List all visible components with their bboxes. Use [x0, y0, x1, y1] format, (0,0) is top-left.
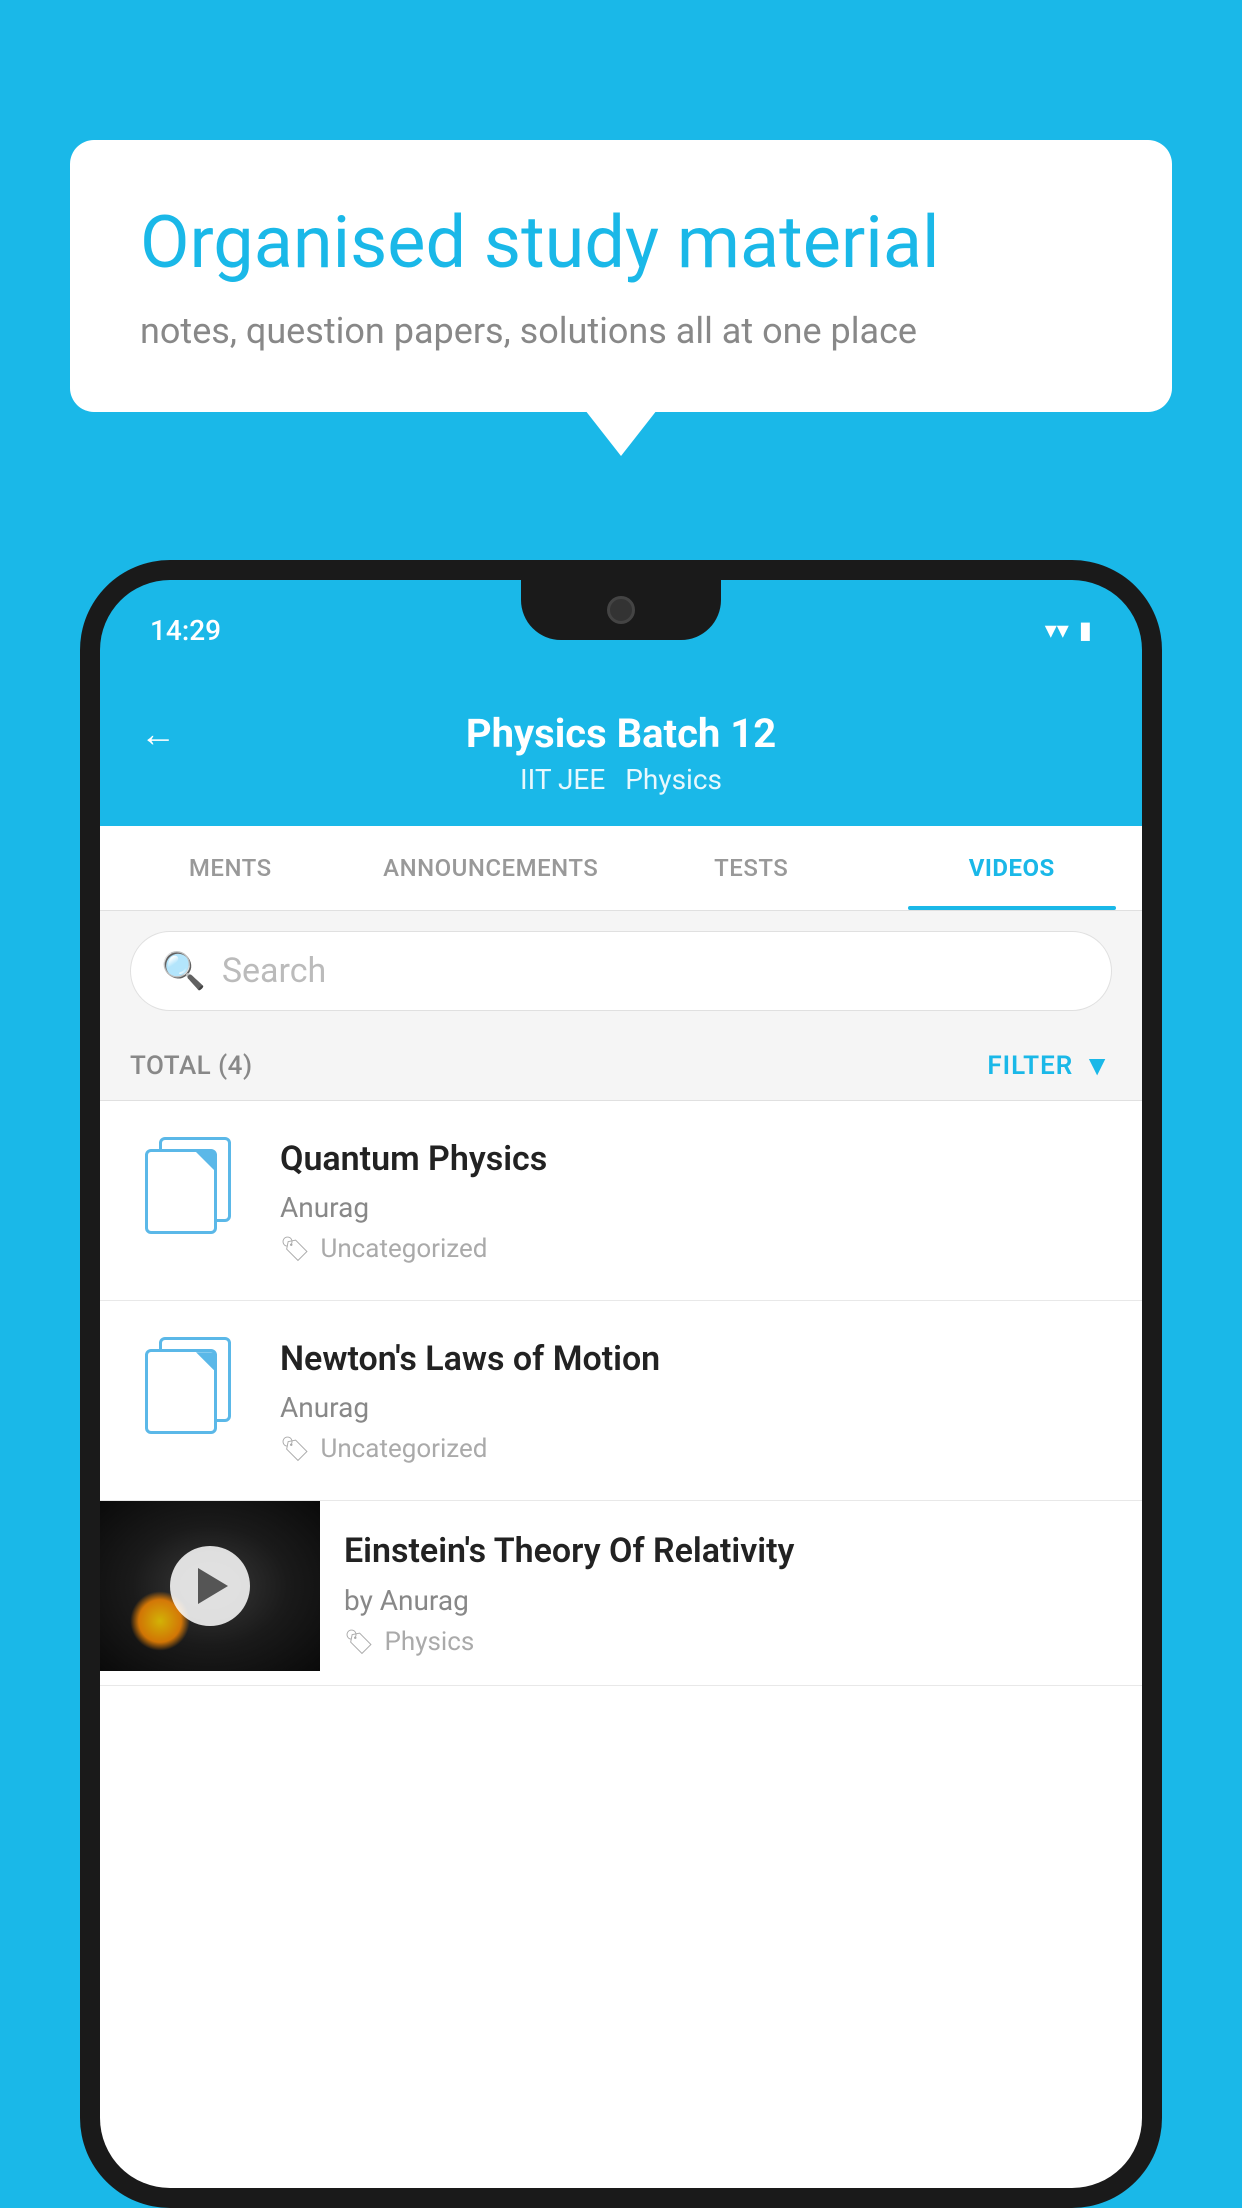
tag-icon-2: 🏷	[280, 1435, 310, 1463]
video-title-3: Einstein's Theory Of Relativity	[344, 1529, 1118, 1573]
video-title-1: Quantum Physics	[280, 1137, 1112, 1181]
header-title: Physics Batch 12	[466, 710, 776, 757]
header-row: ← Physics Batch 12	[140, 710, 1102, 757]
tag-icon-3: 🏷	[344, 1628, 374, 1656]
filter-button[interactable]: FILTER ▼	[987, 1049, 1112, 1082]
header-subtitle: IIT JEE Physics	[520, 763, 722, 796]
back-button[interactable]: ←	[140, 713, 176, 755]
tab-videos[interactable]: VIDEOS	[882, 826, 1143, 910]
list-item[interactable]: Einstein's Theory Of Relativity by Anura…	[100, 1501, 1142, 1685]
phone-screen: ← Physics Batch 12 IIT JEE Physics MENTS…	[100, 680, 1142, 2188]
filter-bar: TOTAL (4) FILTER ▼	[100, 1031, 1142, 1101]
status-icons: ▾▾ ▮	[1045, 616, 1092, 644]
video-list: Quantum Physics Anurag 🏷 Uncategorized	[100, 1101, 1142, 1686]
video-title-2: Newton's Laws of Motion	[280, 1337, 1112, 1381]
video-thumbnail-3	[100, 1501, 320, 1671]
status-bar: 14:29 ▾▾ ▮	[100, 580, 1142, 680]
tab-ments[interactable]: MENTS	[100, 826, 361, 910]
phone-outer: 14:29 ▾▾ ▮ ← Physics Batch 12 IIT JEE Ph…	[80, 560, 1162, 2208]
speech-bubble-container: Organised study material notes, question…	[70, 140, 1172, 412]
battery-icon: ▮	[1079, 616, 1092, 644]
video-info-2: Newton's Laws of Motion Anurag 🏷 Uncateg…	[280, 1337, 1112, 1464]
file-icon-2	[145, 1337, 235, 1437]
bubble-subtitle: notes, question papers, solutions all at…	[140, 310, 1102, 352]
header-tag2: Physics	[625, 763, 722, 796]
video-tag-3: 🏷 Physics	[344, 1627, 1118, 1657]
search-icon: 🔍	[161, 950, 206, 992]
notch	[521, 580, 721, 640]
bubble-title: Organised study material	[140, 200, 1102, 286]
speech-bubble: Organised study material notes, question…	[70, 140, 1172, 412]
video-info-1: Quantum Physics Anurag 🏷 Uncategorized	[280, 1137, 1112, 1264]
list-item[interactable]: Newton's Laws of Motion Anurag 🏷 Uncateg…	[100, 1301, 1142, 1501]
video-author-3: by Anurag	[344, 1584, 1118, 1617]
video-author-2: Anurag	[280, 1391, 1112, 1424]
header-tag1: IIT JEE	[520, 763, 605, 796]
search-bar[interactable]: 🔍 Search	[130, 931, 1112, 1011]
tabs-row: MENTS ANNOUNCEMENTS TESTS VIDEOS	[100, 826, 1142, 911]
file-icon-front	[145, 1149, 217, 1234]
video-thumb-2	[130, 1337, 250, 1437]
search-container: 🔍 Search	[100, 911, 1142, 1031]
list-item[interactable]: Quantum Physics Anurag 🏷 Uncategorized	[100, 1101, 1142, 1301]
status-time: 14:29	[150, 614, 221, 647]
file-icon-front	[145, 1349, 217, 1434]
tab-announcements[interactable]: ANNOUNCEMENTS	[361, 826, 622, 910]
tab-tests[interactable]: TESTS	[621, 826, 882, 910]
filter-icon: ▼	[1083, 1049, 1112, 1082]
video-info-3: Einstein's Theory Of Relativity by Anura…	[320, 1501, 1142, 1684]
tag-icon-1: 🏷	[280, 1235, 310, 1263]
video-tag-2: 🏷 Uncategorized	[280, 1434, 1112, 1464]
camera-dot	[607, 596, 635, 624]
search-placeholder: Search	[222, 951, 326, 991]
video-tag-1: 🏷 Uncategorized	[280, 1234, 1112, 1264]
file-icon-1	[145, 1137, 235, 1237]
wifi-icon: ▾▾	[1045, 616, 1069, 644]
phone-frame: 14:29 ▾▾ ▮ ← Physics Batch 12 IIT JEE Ph…	[80, 560, 1162, 2208]
play-icon	[198, 1568, 228, 1604]
video-thumb-1	[130, 1137, 250, 1237]
total-label: TOTAL (4)	[130, 1051, 253, 1081]
app-header: ← Physics Batch 12 IIT JEE Physics	[100, 680, 1142, 826]
play-button[interactable]	[170, 1546, 250, 1626]
filter-label: FILTER	[987, 1051, 1073, 1081]
video-author-1: Anurag	[280, 1191, 1112, 1224]
